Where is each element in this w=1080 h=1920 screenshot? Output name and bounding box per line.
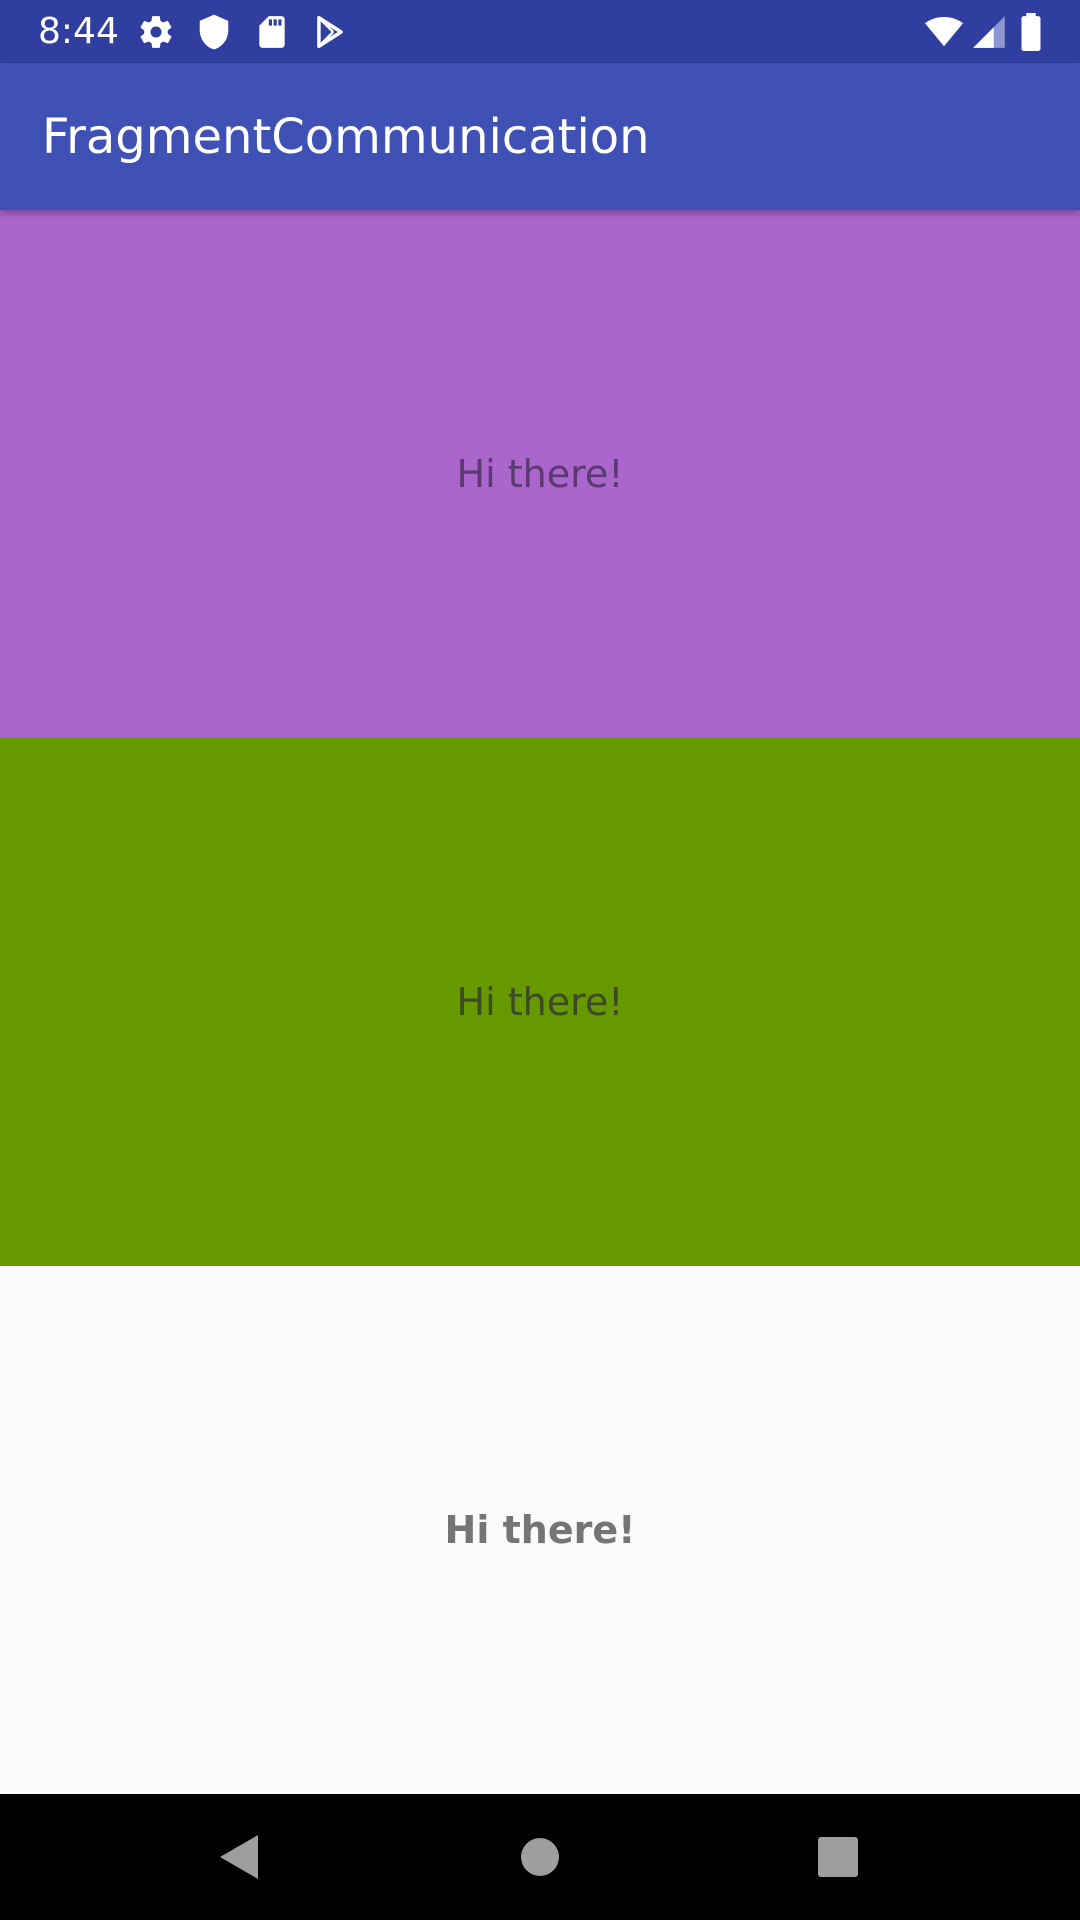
app-screen: 8:44 FragmentCommunication Hi there! Hi … — [0, 0, 1080, 1920]
play-store-icon — [311, 13, 349, 51]
cellular-signal-icon — [970, 13, 1008, 51]
fragment-text: Hi there! — [456, 980, 624, 1024]
shield-icon — [195, 13, 233, 51]
battery-icon — [1014, 13, 1048, 51]
fragment-purple: Hi there! — [0, 210, 1080, 738]
home-icon[interactable] — [510, 1827, 570, 1887]
app-bar: FragmentCommunication — [0, 63, 1080, 210]
fragment-text: Hi there! — [444, 1508, 636, 1552]
app-title: FragmentCommunication — [42, 109, 650, 165]
fragment-white: Hi there! — [0, 1266, 1080, 1794]
recents-icon[interactable] — [808, 1827, 868, 1887]
wifi-icon — [922, 13, 966, 51]
status-time: 8:44 — [38, 11, 119, 52]
back-icon[interactable] — [210, 1827, 270, 1887]
fragment-green: Hi there! — [0, 738, 1080, 1266]
sd-card-icon — [253, 13, 291, 51]
fragment-text: Hi there! — [456, 452, 624, 496]
settings-icon — [137, 13, 175, 51]
status-bar: 8:44 — [0, 0, 1080, 63]
navigation-bar — [0, 1794, 1080, 1920]
